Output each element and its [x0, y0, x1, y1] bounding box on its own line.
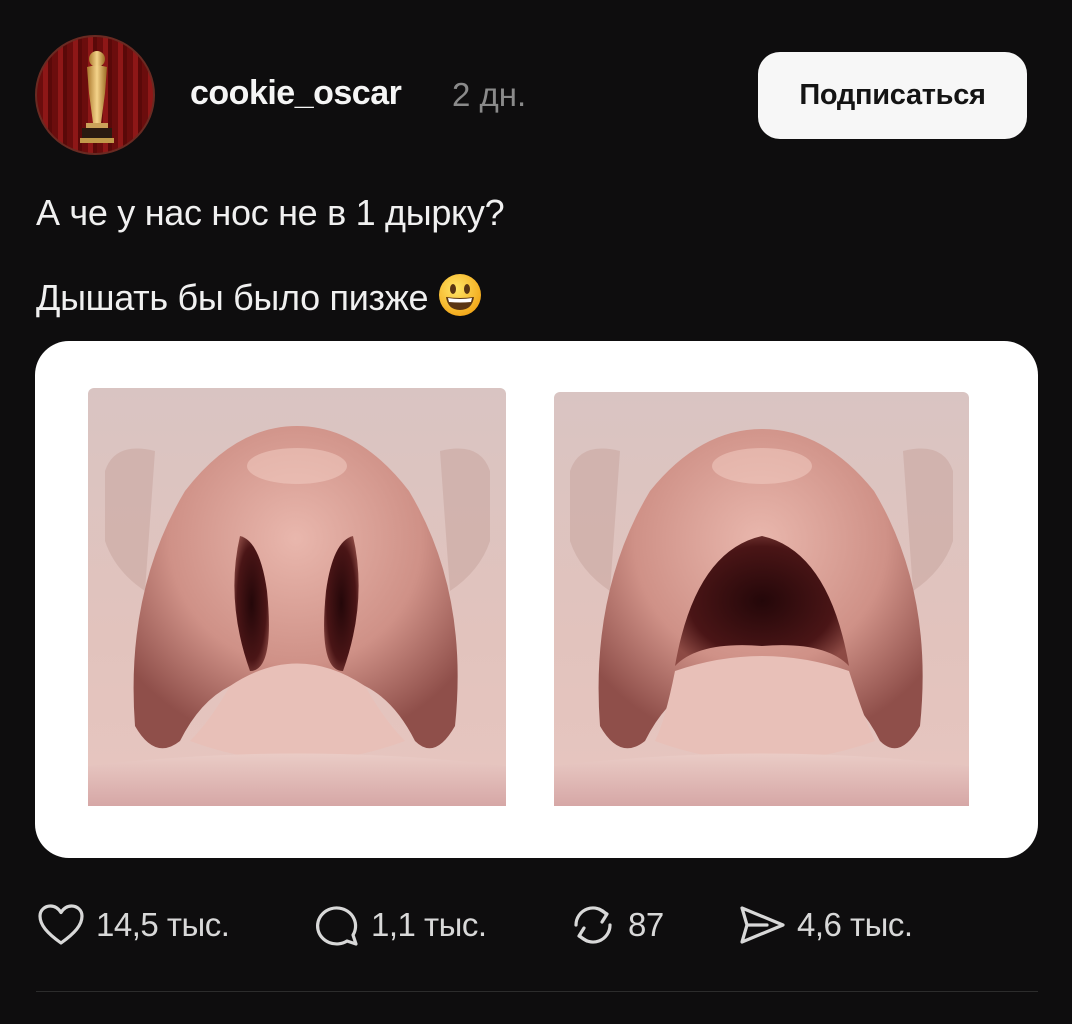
- post-text-2: Дышать бы было пизже: [36, 277, 429, 318]
- repost-arrows-icon: [568, 900, 618, 950]
- comment-button[interactable]: 1,1 тыс.: [311, 890, 487, 960]
- grinning-face-icon: [438, 273, 482, 326]
- post-time: 2 дн.: [452, 76, 527, 113]
- post-image[interactable]: [35, 341, 1038, 858]
- post-text-line-2: Дышать бы было пизже: [36, 273, 482, 326]
- nose-two-nostrils: [88, 388, 506, 806]
- share-button[interactable]: 4,6 тыс.: [737, 890, 913, 960]
- nose-one-nostril: [554, 392, 969, 806]
- share-count: 4,6 тыс.: [797, 906, 913, 943]
- post-text-line-1: А че у нас нос не в 1 дырку?: [36, 192, 505, 234]
- post-actions: 14,5 тыс. 1,1 тыс. 87 4,6 тыс.: [0, 890, 1072, 960]
- repost-button[interactable]: 87: [568, 890, 664, 960]
- oscar-statuette-icon: [80, 51, 114, 143]
- divider: [36, 991, 1038, 992]
- username[interactable]: cookie_oscar: [190, 74, 402, 113]
- subscribe-button[interactable]: Подписаться: [758, 52, 1027, 139]
- like-count: 14,5 тыс.: [96, 906, 230, 943]
- repost-count: 87: [628, 906, 664, 943]
- comment-bubble-icon: [311, 900, 361, 950]
- send-icon: [737, 900, 787, 950]
- like-button[interactable]: 14,5 тыс.: [36, 890, 230, 960]
- comment-count: 1,1 тыс.: [371, 906, 487, 943]
- post-text-1: А че у нас нос не в 1 дырку?: [36, 192, 505, 233]
- heart-icon: [36, 900, 86, 950]
- avatar[interactable]: [35, 35, 155, 155]
- nose-comparison-image: [88, 388, 969, 806]
